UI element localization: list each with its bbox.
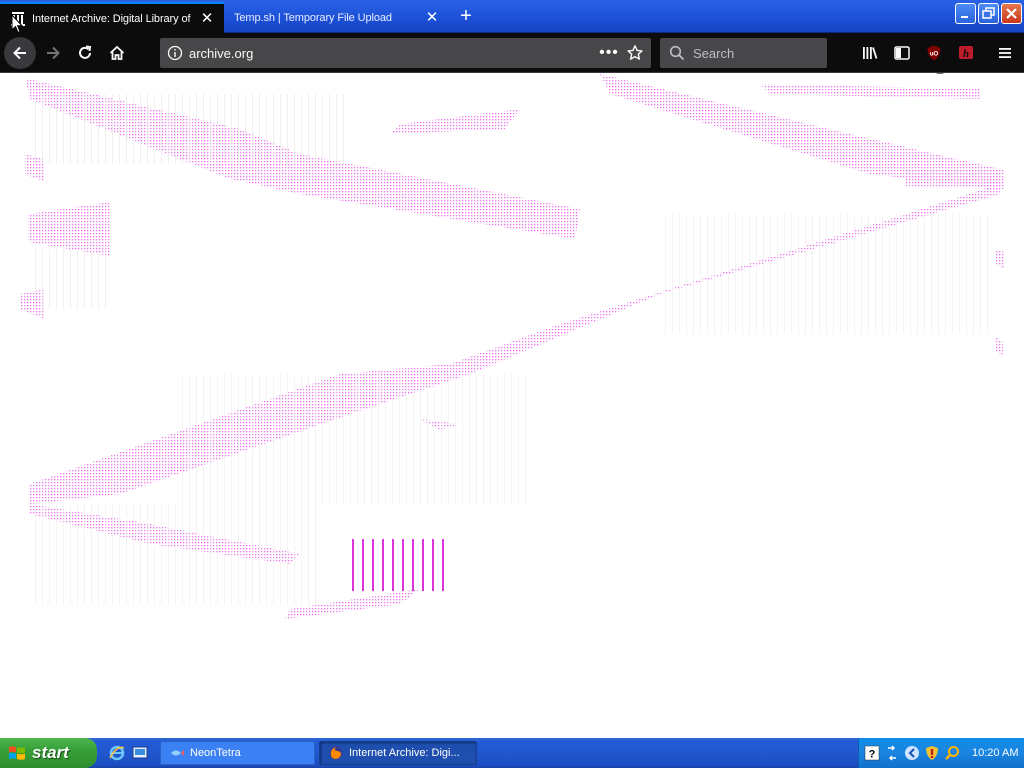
- forward-arrow-icon: [47, 46, 60, 60]
- windows-logo-icon: [9, 746, 25, 760]
- task-label: NeonTetra: [190, 747, 241, 759]
- tab-title: Temp.sh | Temporary File Upload: [234, 11, 392, 24]
- reload-button[interactable]: [69, 37, 101, 69]
- navigation-toolbar: archive.org ••• uO 4 h: [0, 33, 1024, 83]
- star-icon: [627, 45, 643, 60]
- system-tray: ? 10:20 AM: [858, 738, 1024, 768]
- bookmark-star-button[interactable]: [624, 42, 646, 64]
- forward-button[interactable]: [37, 37, 69, 69]
- close-window-button[interactable]: [1001, 3, 1022, 24]
- site-info-icon[interactable]: [167, 45, 183, 61]
- ublock-shield-icon: uO: [927, 45, 941, 61]
- search-bar[interactable]: [660, 38, 827, 68]
- start-button[interactable]: start: [0, 738, 97, 768]
- close-icon: [1006, 8, 1017, 19]
- restore-icon: [982, 7, 995, 19]
- home-button[interactable]: [101, 37, 133, 69]
- fish-icon: [171, 750, 184, 756]
- ublock-origin-button[interactable]: uO: [923, 42, 945, 64]
- url-text[interactable]: archive.org: [189, 46, 597, 61]
- windows-taskbar: start NeonTetra Internet Archive: Digi..…: [0, 738, 1024, 768]
- sidebar-toggle-button[interactable]: [891, 42, 913, 64]
- page-actions-icon[interactable]: •••: [597, 44, 621, 62]
- internet-explorer-icon[interactable]: [108, 744, 126, 762]
- reload-icon: [79, 45, 92, 59]
- security-shield-icon[interactable]: [924, 745, 940, 761]
- minimize-button[interactable]: [955, 3, 976, 24]
- sidebar-icon: [894, 46, 910, 60]
- tab-strip: Internet Archive: Digital Library of ✕ T…: [0, 0, 1024, 33]
- url-bar[interactable]: archive.org •••: [160, 38, 651, 68]
- svg-text:uO: uO: [930, 52, 939, 58]
- library-icon: [863, 47, 878, 59]
- close-tab-icon[interactable]: ✕: [424, 9, 440, 26]
- page-content[interactable]: [0, 74, 1024, 738]
- network-icon[interactable]: [884, 745, 900, 761]
- tab-internet-archive[interactable]: Internet Archive: Digital Library of ✕: [0, 2, 224, 33]
- tab-title: Internet Archive: Digital Library of: [32, 12, 191, 25]
- firefox-icon: [329, 746, 343, 760]
- mouse-pointer-icon: [11, 14, 23, 34]
- hamburger-menu-icon: [999, 48, 1011, 58]
- search-input[interactable]: [693, 45, 823, 61]
- clock: 10:20 AM: [972, 747, 1019, 759]
- taskbar-item-firefox[interactable]: Internet Archive: Digi...: [319, 741, 477, 765]
- restore-button[interactable]: [978, 3, 999, 24]
- back-arrow-icon: [13, 46, 26, 60]
- minimize-icon: [961, 16, 968, 18]
- render-glitch-artifact: [20, 74, 1005, 619]
- svg-text:h: h: [963, 48, 969, 60]
- task-label: Internet Archive: Digi...: [349, 747, 460, 759]
- svg-text:?: ?: [869, 749, 876, 761]
- chevron-left-icon[interactable]: [904, 745, 920, 761]
- search-icon: [669, 45, 685, 61]
- search-tray-icon[interactable]: [944, 745, 960, 761]
- start-label: start: [32, 743, 69, 762]
- home-icon: [109, 45, 125, 60]
- back-button[interactable]: [4, 37, 36, 69]
- taskbar-item-neontetra[interactable]: NeonTetra: [160, 741, 315, 765]
- tab-temp-sh[interactable]: Temp.sh | Temporary File Upload ✕: [225, 2, 449, 33]
- hypothesis-extension-button[interactable]: h: [955, 42, 977, 64]
- help-icon[interactable]: ?: [864, 745, 880, 761]
- close-tab-icon[interactable]: ✕: [199, 10, 215, 27]
- app-menu-button[interactable]: [994, 42, 1016, 64]
- show-desktop-icon[interactable]: [131, 744, 149, 762]
- new-tab-button[interactable]: +: [455, 6, 477, 28]
- library-button[interactable]: [859, 42, 881, 64]
- hypothesis-icon: h: [959, 46, 973, 60]
